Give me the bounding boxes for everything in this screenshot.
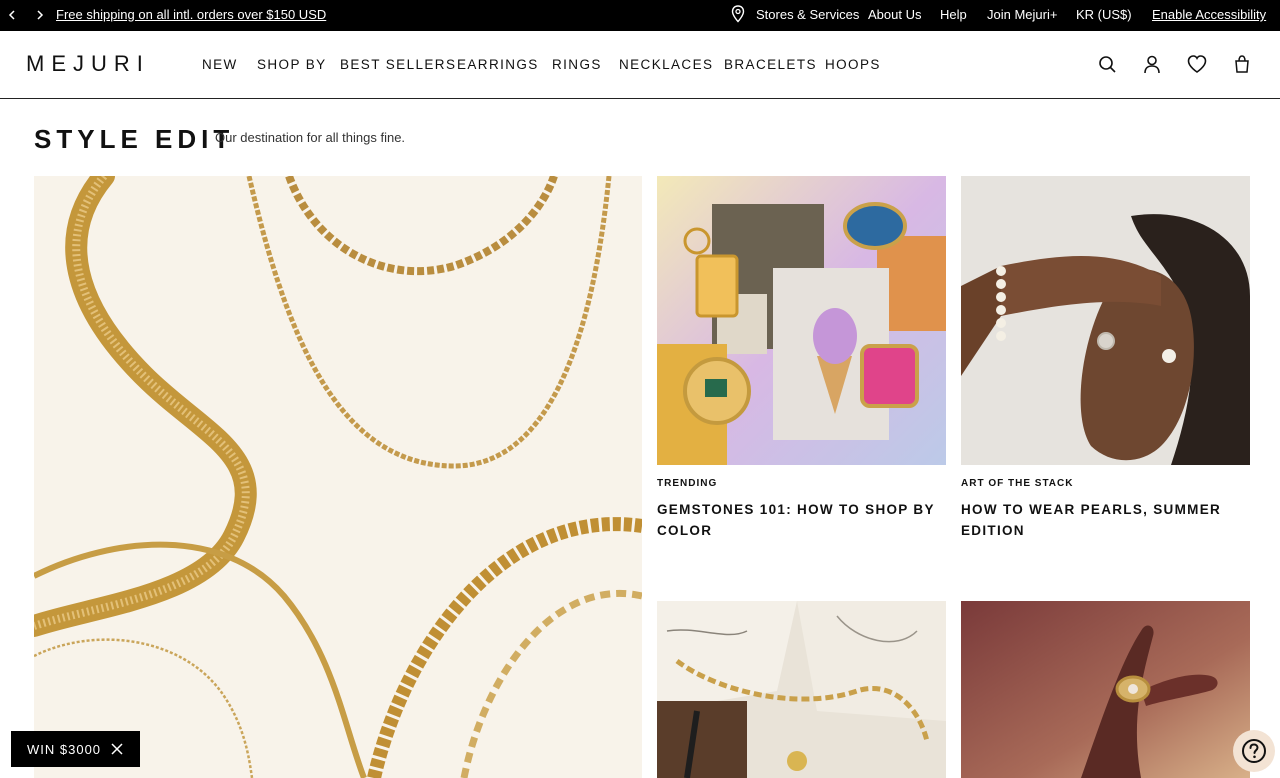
about-us-link[interactable]: About Us [868,7,921,22]
win-promo-label: WIN $3000 [27,741,102,757]
close-icon[interactable] [111,743,123,755]
card-tag: ART OF THE STACK [961,478,1074,489]
nav-shop-by[interactable]: SHOP BY [257,57,327,72]
page-title: STYLE EDIT [34,124,235,154]
help-button[interactable] [1233,730,1275,772]
shopping-bag-icon[interactable] [1231,53,1253,75]
free-shipping-link[interactable]: Free shipping on all intl. orders over $… [56,7,326,22]
main-header: MEJURI NEW SHOP BY BEST SELLERS EARRINGS… [0,31,1280,99]
stores-services-link[interactable]: Stores & Services [756,7,859,22]
nav-bracelets[interactable]: BRACELETS [724,57,817,72]
card-tag: TRENDING [657,478,718,489]
account-icon[interactable] [1141,53,1163,75]
nav-new[interactable]: NEW [202,57,238,72]
nav-hoops[interactable]: HOOPS [825,57,881,72]
question-mark-icon [1242,739,1266,763]
chevron-left-icon[interactable] [2,5,22,25]
card-title[interactable]: HOW TO WEAR PEARLS, SUMMER EDITION [961,499,1251,541]
help-link[interactable]: Help [940,7,967,22]
ring-hand-article-image[interactable] [961,601,1250,778]
hero-chains-image[interactable] [34,176,642,778]
search-icon[interactable] [1096,53,1118,75]
sketches-article-image[interactable] [657,601,946,778]
wishlist-heart-icon[interactable] [1186,53,1208,75]
announcement-bar: Free shipping on all intl. orders over $… [0,0,1280,31]
card-title[interactable]: GEMSTONES 101: HOW TO SHOP BY COLOR [657,499,947,541]
gemstones-article-image[interactable] [657,176,946,465]
nav-earrings[interactable]: EARRINGS [457,57,539,72]
win-promo-button[interactable]: WIN $3000 [11,731,140,767]
nav-rings[interactable]: RINGS [552,57,602,72]
currency-selector[interactable]: KR (US$) [1076,7,1132,22]
nav-necklaces[interactable]: NECKLACES [619,57,713,72]
page-subtitle: Our destination for all things fine. [215,130,406,145]
pearls-article-image[interactable] [961,176,1250,465]
enable-accessibility-link[interactable]: Enable Accessibility [1152,7,1266,22]
chevron-right-icon[interactable] [30,5,50,25]
nav-best-sellers[interactable]: BEST SELLERS [340,57,456,72]
join-mejuri-link[interactable]: Join Mejuri+ [987,7,1057,22]
logo[interactable]: MEJURI [26,51,150,77]
location-pin-icon [731,5,745,23]
